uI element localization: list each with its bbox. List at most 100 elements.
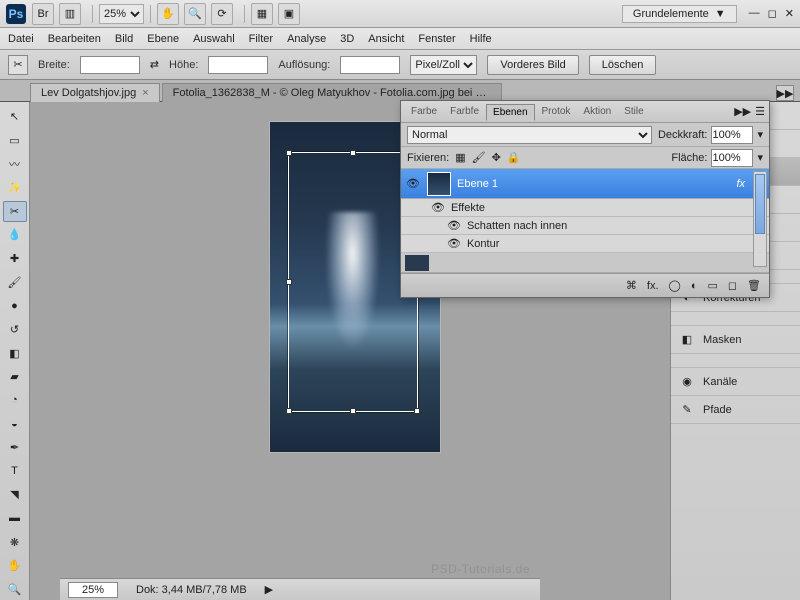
menu-3d[interactable]: 3D xyxy=(340,33,354,45)
arrange-docs-icon[interactable]: ▦ xyxy=(251,3,273,25)
chevron-down-icon[interactable]: ▾ xyxy=(757,128,763,141)
lock-pixels-icon[interactable]: 🖌 xyxy=(472,151,486,164)
blend-mode-select[interactable]: Normal xyxy=(407,126,652,144)
crop-marquee[interactable] xyxy=(288,152,418,412)
history-brush-icon[interactable]: ↺ xyxy=(3,319,27,341)
layers-panel[interactable]: Farbe Farbfe Ebenen Protok Aktion Stile … xyxy=(400,100,770,298)
zoom-tool-icon[interactable]: 🔍 xyxy=(184,3,206,25)
minimize-icon[interactable]: — xyxy=(749,7,760,20)
visibility-icon[interactable]: 👁 xyxy=(447,237,461,250)
eraser-tool-icon[interactable]: ◧ xyxy=(3,342,27,364)
new-layer-icon[interactable]: ◻ xyxy=(728,279,737,292)
menu-hilfe[interactable]: Hilfe xyxy=(470,33,492,45)
panel-tab[interactable]: Farbe xyxy=(405,104,443,119)
marquee-tool-icon[interactable]: ▭ xyxy=(3,130,27,152)
effect-inner-shadow[interactable]: 👁Schatten nach innen xyxy=(401,217,769,235)
crop-tool-icon[interactable]: ✂ xyxy=(8,55,28,75)
chevron-down-icon: ▼ xyxy=(715,8,726,20)
effects-row[interactable]: 👁Effekte xyxy=(401,199,769,217)
mini-bridge-icon[interactable]: ▥ xyxy=(59,3,81,25)
menu-filter[interactable]: Filter xyxy=(249,33,273,45)
menu-analyse[interactable]: Analyse xyxy=(287,33,326,45)
effect-stroke[interactable]: 👁Kontur xyxy=(401,235,769,253)
front-image-button[interactable]: Vorderes Bild xyxy=(487,55,578,75)
scrollbar[interactable] xyxy=(753,171,767,267)
lock-all-icon[interactable]: 🔒 xyxy=(507,151,521,164)
crop-tool-icon[interactable]: ✂ xyxy=(3,201,27,223)
layer-row[interactable] xyxy=(401,253,769,273)
chevron-right-icon[interactable]: ▶ xyxy=(265,583,273,596)
path-select-icon[interactable]: ◥ xyxy=(3,484,27,506)
move-tool-icon[interactable]: ↖ xyxy=(3,106,27,128)
pen-tool-icon[interactable]: ✒ xyxy=(3,437,27,459)
panel-item-masken[interactable]: ◧Masken xyxy=(671,326,800,354)
panel-item-kanaele[interactable]: ◉Kanäle xyxy=(671,368,800,396)
screen-mode-icon[interactable]: ▣ xyxy=(278,3,300,25)
lock-position-icon[interactable]: ✥ xyxy=(492,151,501,164)
status-bar: Dok: 3,44 MB/7,78 MB ▶ xyxy=(60,578,540,600)
opacity-input[interactable] xyxy=(711,126,753,144)
hand-tool-icon[interactable]: ✋ xyxy=(157,3,179,25)
menu-ansicht[interactable]: Ansicht xyxy=(368,33,404,45)
mask-icon[interactable]: ◯ xyxy=(669,279,681,292)
zoom-input[interactable] xyxy=(68,582,118,598)
resolution-input[interactable] xyxy=(340,56,400,74)
scroll-thumb[interactable] xyxy=(755,174,765,234)
fx-icon[interactable]: fx. xyxy=(647,280,659,292)
height-input[interactable] xyxy=(208,56,268,74)
tab-nav-right-icon[interactable]: ▶▶ xyxy=(776,85,794,101)
panel-tab[interactable]: Farbfe xyxy=(444,104,485,119)
panel-tab[interactable]: Protok xyxy=(536,104,577,119)
eyedropper-tool-icon[interactable]: 💧 xyxy=(3,224,27,246)
visibility-icon[interactable]: 👁 xyxy=(405,176,421,192)
more-arrows-icon[interactable]: ▶▶ xyxy=(734,105,751,118)
menu-ebene[interactable]: Ebene xyxy=(147,33,179,45)
layer-name: Ebene 1 xyxy=(457,178,498,190)
close-icon[interactable]: ✕ xyxy=(785,7,794,20)
menu-auswahl[interactable]: Auswahl xyxy=(193,33,235,45)
wand-tool-icon[interactable]: ✨ xyxy=(3,177,27,199)
panel-tab[interactable]: Aktion xyxy=(577,104,617,119)
gradient-tool-icon[interactable]: ▰ xyxy=(3,366,27,388)
rotate-tool-icon[interactable]: ⟳ xyxy=(211,3,233,25)
blur-tool-icon[interactable]: ◔ xyxy=(3,390,27,412)
lasso-tool-icon[interactable]: 〰 xyxy=(3,153,27,175)
menu-datei[interactable]: Datei xyxy=(8,33,34,45)
doc-tab[interactable]: Lev Dolgatshjov.jpg× xyxy=(30,83,160,102)
menu-fenster[interactable]: Fenster xyxy=(418,33,455,45)
clear-button[interactable]: Löschen xyxy=(589,55,657,75)
adjustment-icon[interactable]: ◐ xyxy=(691,280,698,292)
zoom-tool-icon[interactable]: 🔍 xyxy=(3,579,27,600)
shape-tool-icon[interactable]: ▬ xyxy=(3,508,27,530)
units-select[interactable]: Pixel/Zoll xyxy=(410,55,477,75)
3d-tool-icon[interactable]: ❋ xyxy=(3,531,27,553)
swap-icon[interactable]: ⇄ xyxy=(150,58,159,71)
menu-bearbeiten[interactable]: Bearbeiten xyxy=(48,33,101,45)
lock-transparency-icon[interactable]: ▦ xyxy=(455,151,465,164)
heal-tool-icon[interactable]: ✚ xyxy=(3,248,27,270)
zoom-select[interactable]: 25% xyxy=(99,4,144,24)
panel-tab[interactable]: Ebenen xyxy=(486,104,534,121)
workspace-switcher[interactable]: Grundelemente ▼ xyxy=(622,5,737,23)
stamp-tool-icon[interactable]: ● xyxy=(3,295,27,317)
panel-tab[interactable]: Stile xyxy=(618,104,649,119)
visibility-icon[interactable]: 👁 xyxy=(447,219,461,232)
visibility-icon[interactable]: 👁 xyxy=(431,201,445,214)
type-tool-icon[interactable]: T xyxy=(3,460,27,482)
bridge-icon[interactable]: Br xyxy=(32,3,54,25)
menu-bild[interactable]: Bild xyxy=(115,33,133,45)
hand-tool-icon[interactable]: ✋ xyxy=(3,555,27,577)
group-icon[interactable]: ▭ xyxy=(707,279,717,292)
close-icon[interactable]: × xyxy=(142,87,148,99)
link-icon[interactable]: ⌘ xyxy=(626,279,637,292)
panel-item-pfade[interactable]: ✎Pfade xyxy=(671,396,800,424)
layer-row[interactable]: 👁 Ebene 1 fx xyxy=(401,169,769,199)
dodge-tool-icon[interactable]: ◒ xyxy=(3,413,27,435)
brush-tool-icon[interactable]: 🖌 xyxy=(3,271,27,293)
trash-icon[interactable]: 🗑 xyxy=(747,279,761,292)
chevron-down-icon[interactable]: ▾ xyxy=(757,151,763,164)
panel-menu-icon[interactable]: ☰ xyxy=(755,105,765,118)
width-input[interactable] xyxy=(80,56,140,74)
maximize-icon[interactable]: ◻ xyxy=(768,7,777,20)
fill-input[interactable] xyxy=(711,149,753,167)
